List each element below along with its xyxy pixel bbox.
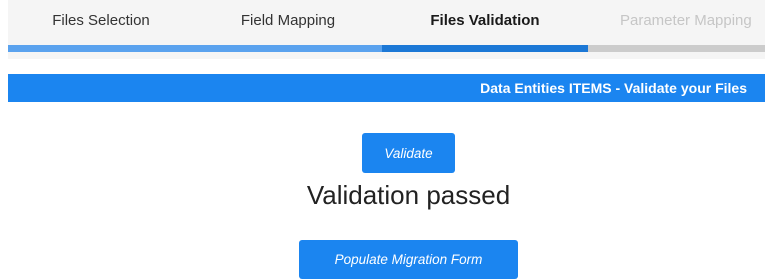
step-parameter-mapping: Parameter Mapping xyxy=(588,0,765,52)
step-progress-bar xyxy=(382,45,588,52)
step-label: Parameter Mapping xyxy=(620,12,752,29)
step-files-validation[interactable]: Files Validation xyxy=(382,0,588,52)
validation-status-message: Validation passed xyxy=(306,180,511,210)
populate-migration-form-button[interactable]: Populate Migration Form xyxy=(299,240,518,279)
validate-button[interactable]: Validate xyxy=(362,133,455,173)
wizard-steps: Files Selection Field Mapping Files Vali… xyxy=(8,0,765,59)
step-progress-bar xyxy=(8,45,194,52)
banner-title: Data Entities ITEMS - Validate your File… xyxy=(480,80,747,96)
step-progress-bar xyxy=(588,45,765,52)
step-label: Files Selection xyxy=(52,12,150,29)
step-progress-bar xyxy=(194,45,382,52)
step-label: Files Validation xyxy=(430,12,540,29)
step-field-mapping[interactable]: Field Mapping xyxy=(194,0,382,52)
section-banner: Data Entities ITEMS - Validate your File… xyxy=(8,74,765,102)
step-files-selection[interactable]: Files Selection xyxy=(8,0,194,52)
step-label: Field Mapping xyxy=(240,12,336,29)
